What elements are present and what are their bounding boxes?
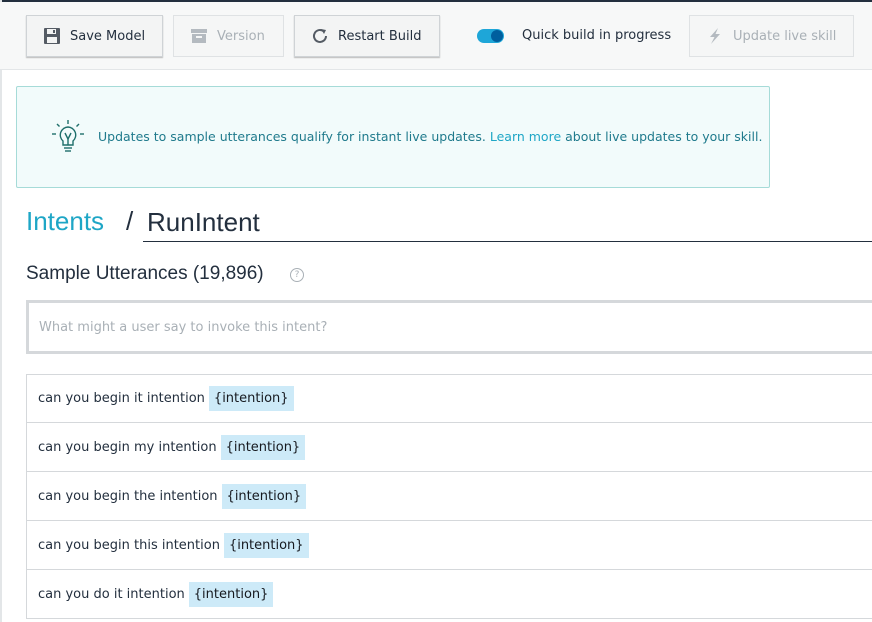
- save-icon: [42, 26, 62, 46]
- slot-tag[interactable]: {intention}: [208, 386, 294, 411]
- quick-build-toggle[interactable]: [477, 29, 504, 43]
- live-update-banner: Updates to sample utterances qualify for…: [16, 86, 770, 188]
- save-model-button[interactable]: Save Model: [26, 15, 163, 57]
- intent-name-field[interactable]: [143, 204, 872, 242]
- utterance-text: can you begin the intention: [38, 488, 218, 504]
- refresh-icon: [310, 26, 330, 46]
- left-border: [0, 0, 2, 622]
- restart-build-button[interactable]: Restart Build: [294, 15, 440, 57]
- utterance-row[interactable]: can you begin my intention {intention}: [26, 423, 872, 472]
- utterance-row[interactable]: can you begin this intention {intention}: [26, 521, 872, 570]
- banner-text-end: about live updates to your skill.: [561, 129, 763, 144]
- lightbulb-icon: [51, 119, 85, 157]
- breadcrumb: Intents /: [26, 204, 872, 242]
- quick-build-status: Quick build in progress: [522, 28, 672, 43]
- slot-tag[interactable]: {intention}: [223, 532, 309, 558]
- utterance-text: can you begin this intention: [38, 537, 220, 553]
- update-live-skill-label: Update live skill: [733, 28, 837, 44]
- slot-tag[interactable]: {intention}: [220, 434, 306, 460]
- slot-tag[interactable]: {intention}: [188, 581, 274, 607]
- learn-more-link[interactable]: Learn more: [490, 129, 561, 144]
- utterance-text: can you do it intention: [38, 586, 185, 602]
- utterance-list: can you begin it intention {intention} c…: [26, 374, 872, 619]
- banner-text: Updates to sample utterances qualify for…: [98, 129, 490, 144]
- banner-message: Updates to sample utterances qualify for…: [98, 129, 762, 144]
- toggle-knob: [491, 30, 503, 42]
- update-live-skill-button[interactable]: Update live skill: [689, 15, 854, 57]
- sample-utterances-title: Sample Utterances (19,896): [26, 263, 264, 284]
- archive-icon: [189, 26, 209, 46]
- breadcrumb-intents-link[interactable]: Intents: [26, 206, 104, 237]
- help-icon[interactable]: ?: [290, 268, 304, 282]
- utterance-input[interactable]: [26, 300, 872, 354]
- utterance-row[interactable]: can you begin the intention {intention}: [26, 472, 872, 521]
- utterance-row[interactable]: can you begin it intention {intention}: [26, 374, 872, 423]
- utterance-row[interactable]: can you do it intention {intention}: [26, 570, 872, 619]
- toolbar: Save Model Version Restart Build Quick b…: [0, 2, 872, 70]
- utterance-text: can you begin my intention: [38, 439, 217, 455]
- version-label: Version: [217, 28, 265, 44]
- save-model-label: Save Model: [70, 28, 146, 44]
- utterance-text: can you begin it intention: [38, 391, 205, 406]
- version-button[interactable]: Version: [173, 15, 284, 57]
- restart-build-label: Restart Build: [338, 28, 422, 44]
- breadcrumb-separator: /: [126, 206, 134, 236]
- slot-tag[interactable]: {intention}: [221, 483, 307, 509]
- lightning-icon: [705, 26, 725, 46]
